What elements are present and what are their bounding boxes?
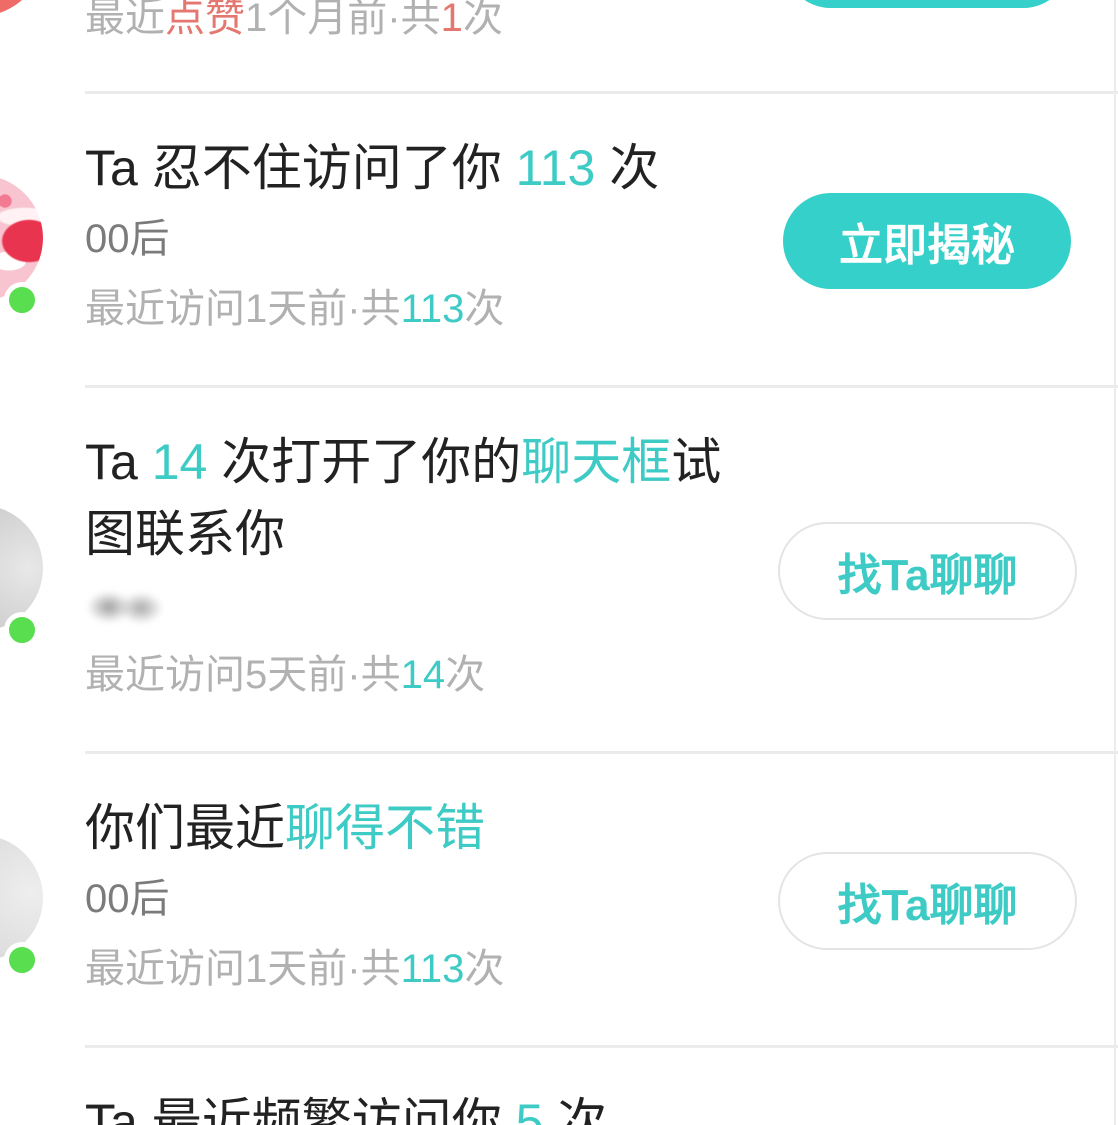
visit-count: 113: [400, 287, 465, 331]
list-item[interactable]: Ta 最近频繁访问你 5 次: [0, 1045, 1118, 1125]
visit-meta: 最近点赞1个月前·共1次: [85, 0, 503, 53]
visitor-list: 最近点赞1个月前·共1次 Ta 忍不住访问了你 113 次 00后 最近访问1天…: [0, 0, 1118, 1125]
right-edge-border: [1114, 0, 1116, 1125]
title-text: 你们最近: [85, 800, 285, 856]
visit-count: 113: [400, 947, 465, 991]
online-dot-icon: [4, 282, 40, 318]
open-count-highlight: 14: [151, 434, 208, 490]
list-item[interactable]: Ta 忍不住访问了你 113 次 00后 最近访问1天前·共113次 立即揭秘: [0, 91, 1118, 385]
chat-box-highlight: 聊天框: [521, 434, 672, 490]
visit-count-highlight: 5: [515, 1094, 544, 1125]
list-item[interactable]: Ta 14 次打开了你的聊天框试图联系你 最近访问5天前·共14次 找Ta聊聊: [0, 385, 1118, 751]
avatar[interactable]: [0, 0, 43, 16]
avatar[interactable]: [0, 505, 43, 648]
meta-text: 最近访问5天前·共: [85, 653, 401, 697]
meta-suffix: 次: [462, 0, 503, 40]
avatar[interactable]: [0, 175, 43, 318]
title-text: 次: [595, 140, 660, 196]
divider: [85, 385, 1118, 388]
action-button[interactable]: [783, 0, 1071, 8]
blurred-nickname: [83, 587, 167, 628]
visit-meta: 最近访问5天前·共14次: [85, 640, 1118, 710]
title-text: 次: [543, 1094, 608, 1125]
visit-title: Ta 14 次打开了你的聊天框试图联系你: [85, 426, 755, 570]
like-action-highlight: 点赞: [165, 0, 245, 40]
meta-time: 1个月前·共: [245, 0, 441, 40]
visit-title: Ta 忍不住访问了你 113 次: [85, 132, 755, 204]
chat-button-label: 找Ta聊聊: [837, 881, 1018, 930]
visit-count: 14: [400, 653, 446, 697]
list-item[interactable]: 最近点赞1个月前·共1次: [0, 0, 1118, 91]
visit-title: Ta 最近频繁访问你 5 次: [85, 1086, 755, 1125]
online-dot-icon: [4, 942, 40, 978]
title-text: 次打开了你的: [207, 434, 522, 490]
title-text: Ta 忍不住访问了你: [85, 140, 516, 196]
online-dot-icon: [4, 612, 40, 648]
chat-status-highlight: 聊得不错: [285, 800, 485, 856]
meta-suffix: 次: [445, 653, 486, 697]
reveal-button[interactable]: 立即揭秘: [783, 193, 1071, 289]
list-item[interactable]: 你们最近聊得不错 00后 最近访问1天前·共113次 找Ta聊聊: [0, 751, 1118, 1045]
chat-button[interactable]: 找Ta聊聊: [778, 852, 1077, 950]
visit-title: 你们最近聊得不错: [85, 792, 755, 864]
title-text: Ta: [85, 434, 152, 490]
meta-text: 最近访问1天前·共: [85, 287, 401, 331]
chat-button-label: 找Ta聊聊: [837, 551, 1018, 600]
meta-text: 最近访问1天前·共: [85, 947, 401, 991]
title-text: Ta 最近频繁访问你: [85, 1094, 516, 1125]
reveal-button-label: 立即揭秘: [839, 221, 1015, 270]
meta-prefix: 最近: [85, 0, 165, 40]
avatar[interactable]: [0, 835, 43, 978]
meta-suffix: 次: [464, 947, 505, 991]
divider: [85, 91, 1118, 94]
visit-count-highlight: 113: [515, 140, 596, 196]
chat-button[interactable]: 找Ta聊聊: [778, 522, 1077, 620]
meta-suffix: 次: [464, 287, 505, 331]
like-count: 1: [440, 0, 463, 40]
divider: [85, 1045, 1118, 1048]
divider: [85, 751, 1118, 754]
